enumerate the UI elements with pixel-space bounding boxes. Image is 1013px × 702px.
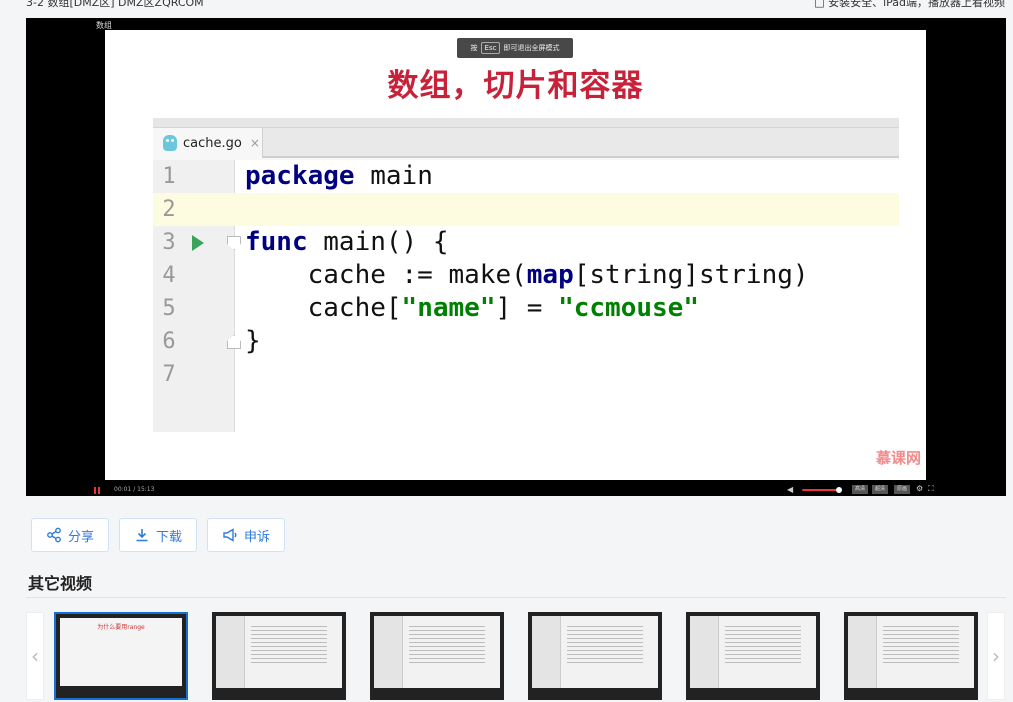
carousel-next-button[interactable]: › bbox=[987, 612, 1005, 700]
string-literal: "ccmouse" bbox=[558, 293, 699, 323]
fullscreen-icon[interactable]: ⛶ bbox=[928, 484, 934, 494]
code-line-current: 2 bbox=[153, 193, 899, 226]
megaphone-icon bbox=[223, 528, 237, 542]
keyword: package bbox=[245, 161, 355, 191]
report-button[interactable]: 申诉 bbox=[207, 518, 286, 552]
line-number: 6 bbox=[162, 329, 176, 354]
gopher-icon bbox=[163, 135, 177, 151]
code-text: package main bbox=[245, 160, 433, 193]
download-button[interactable]: 下载 bbox=[119, 518, 198, 552]
volume-icon[interactable]: ◀ bbox=[787, 485, 793, 494]
divider bbox=[26, 597, 1006, 598]
share-button[interactable]: 分享 bbox=[31, 518, 110, 552]
code-token: [string]string) bbox=[573, 260, 809, 290]
slide-title: 数组，切片和容器 bbox=[387, 68, 644, 104]
code-editor: 1 package main 2 3 func main() { 4 cache… bbox=[153, 160, 899, 432]
video-thumbnail[interactable] bbox=[370, 612, 504, 700]
volume-knob[interactable] bbox=[836, 487, 842, 493]
top-strip: 3-2 数组[DMZ区] DMZ区ZQRCOM □ 安装安全、iPad端，播放器… bbox=[0, 0, 1013, 18]
tab-cache-go: cache.go × bbox=[153, 128, 263, 158]
quality-button-hd[interactable]: 高清 bbox=[852, 485, 868, 494]
code-text: cache["name"] = "ccmouse" bbox=[245, 292, 699, 325]
ide-window: cache.go × 1 package main 2 3 func main(… bbox=[153, 118, 899, 432]
esc-key: Esc bbox=[480, 42, 501, 54]
code-text: } bbox=[245, 326, 261, 356]
keyword: func bbox=[245, 227, 308, 257]
fullscreen-exit-tip: 按 Esc 即可退出全屏模式 bbox=[457, 38, 573, 58]
thumbnail-screen bbox=[216, 616, 342, 688]
video-player[interactable]: 数组 按 Esc 即可退出全屏模式 数组，切片和容器 cache.go × 1 bbox=[26, 18, 1006, 496]
playback-time: 00:01 / 15:13 bbox=[114, 486, 155, 493]
code-line: 1 package main bbox=[153, 160, 899, 193]
carousel-prev-button[interactable]: ‹ bbox=[26, 612, 44, 700]
line-number: 7 bbox=[162, 362, 176, 387]
code-token: ] = bbox=[495, 293, 559, 323]
video-thumbnail-active[interactable]: 为什么要用range bbox=[54, 612, 188, 700]
editor-tabbar: cache.go × bbox=[153, 128, 899, 158]
download-label: 下载 bbox=[156, 529, 183, 545]
keyword: map bbox=[526, 260, 574, 290]
code-text: func main() { bbox=[245, 226, 449, 259]
video-thumbnail[interactable] bbox=[528, 612, 662, 700]
string-literal: "name" bbox=[401, 293, 496, 323]
pause-button[interactable] bbox=[94, 487, 100, 494]
thumbnail-caption: 为什么要用range bbox=[97, 624, 145, 631]
code-text: cache := make(map[string]string) bbox=[245, 259, 809, 292]
other-videos-carousel: ‹ 为什么要用range › bbox=[26, 610, 1006, 702]
fold-open-icon bbox=[227, 236, 241, 250]
volume-slider[interactable] bbox=[802, 489, 838, 491]
device-hint[interactable]: □ 安装安全、iPad端，播放器上看视频 bbox=[814, 0, 1005, 10]
report-label: 申诉 bbox=[244, 529, 271, 545]
line-number: 5 bbox=[162, 296, 176, 321]
run-icon bbox=[192, 235, 204, 251]
tab-label: cache.go bbox=[183, 135, 242, 151]
gear-icon[interactable]: ⚙ bbox=[916, 484, 923, 493]
code-line: 5 cache["name"] = "ccmouse" bbox=[153, 292, 899, 325]
ide-toolbar bbox=[153, 118, 899, 128]
download-icon bbox=[136, 529, 148, 542]
code-token: cache := make( bbox=[245, 260, 527, 290]
thumbnail-screen bbox=[532, 616, 658, 688]
video-thumbnail[interactable] bbox=[844, 612, 978, 700]
line-number: 2 bbox=[162, 197, 176, 222]
line-number: 4 bbox=[162, 263, 176, 288]
video-frame: 按 Esc 即可退出全屏模式 数组，切片和容器 cache.go × 1 pac… bbox=[105, 30, 926, 480]
code-token: main bbox=[354, 161, 433, 191]
action-bar: 分享 下载 申诉 bbox=[31, 518, 286, 552]
quality-button-original[interactable]: 原画 bbox=[894, 485, 910, 494]
thumbnail-screen bbox=[690, 616, 816, 688]
esc-tip-prefix: 按 bbox=[470, 44, 478, 52]
video-thumbnail[interactable] bbox=[212, 612, 346, 700]
player-controls: 00:01 / 15:13 ◀ 高清 超清 原画 ⚙ ⛶ bbox=[82, 484, 992, 496]
code-line: 3 func main() { bbox=[153, 226, 899, 259]
thumbnail-screen bbox=[374, 616, 500, 688]
code-token: main() { bbox=[307, 227, 449, 257]
line-number: 1 bbox=[162, 164, 176, 189]
code-token: cache[ bbox=[245, 293, 402, 323]
line-number: 3 bbox=[162, 230, 176, 255]
code-line: 4 cache := make(map[string]string) bbox=[153, 259, 899, 292]
video-thumbnail[interactable] bbox=[686, 612, 820, 700]
other-videos-title: 其它视频 bbox=[28, 574, 93, 593]
share-icon bbox=[47, 527, 61, 543]
close-icon: × bbox=[249, 136, 260, 150]
thumbnail-screen bbox=[848, 616, 974, 688]
breadcrumb: 3-2 数组[DMZ区] DMZ区ZQRCOM bbox=[26, 0, 204, 9]
code-line: 7 bbox=[153, 358, 899, 391]
code-line: 6 } bbox=[153, 325, 899, 358]
fold-close-icon bbox=[227, 335, 241, 349]
watermark-logo: 慕课网 bbox=[875, 449, 921, 467]
esc-tip-text: 即可退出全屏模式 bbox=[503, 44, 560, 52]
share-label: 分享 bbox=[68, 529, 95, 545]
quality-button-shd[interactable]: 超清 bbox=[872, 485, 888, 494]
